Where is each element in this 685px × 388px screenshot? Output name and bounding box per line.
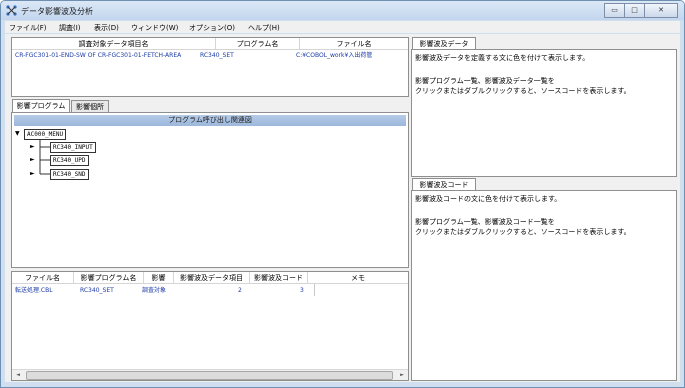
col-data-items[interactable]: 影響波及データ項目 [174, 272, 250, 284]
code-source-panel: 影響波及コードの文に色を付けて表示します。 影響プログラム一覧、影響波及コード一… [411, 190, 677, 381]
data-desc-line3: クリックまたはダブルクリックすると、ソースコードを表示します。 [415, 87, 631, 95]
node-root[interactable]: AC000_MENU [24, 129, 67, 140]
menu-view[interactable]: 表示(D) [94, 23, 119, 33]
data-desc-line2: 影響プログラム一覧、影響波及データ一覧を [415, 77, 555, 85]
col-target-data-item[interactable]: 調査対象データ項目名 [12, 38, 216, 50]
affected-programs-table: ファイル名 影響プログラム名 影響 影響波及データ項目 影響波及コード メモ 転… [11, 271, 409, 381]
cell-codes: 3 [300, 287, 304, 294]
horizontal-scrollbar[interactable]: ◄ ► [12, 369, 408, 380]
column-divider [314, 284, 315, 296]
col-codes[interactable]: 影響波及コード [250, 272, 308, 284]
menu-help[interactable]: ヘルプ(H) [248, 23, 280, 33]
data-source-panel: 影響波及データを定義する文に色を付けて表示します。 影響プログラム一覧、影響波及… [411, 49, 677, 177]
expand-down-icon[interactable]: ▼ [15, 130, 20, 138]
client-area: 調査対象データ項目名 プログラム名 ファイル名 CR-FGC301-01-END… [5, 34, 680, 382]
data-desc-line1: 影響波及データを定義する文に色を付けて表示します。 [415, 54, 590, 62]
expand-right-icon[interactable]: ► [30, 143, 35, 151]
scroll-right-icon[interactable]: ► [397, 371, 407, 379]
cell-target-data-item: CR-FGC301-01-END-SW OF CR-FGC301-01-FETC… [15, 52, 182, 59]
menu-bar: ファイル(F) 調査(I) 表示(D) ウィンドウ(W) オプション(O) ヘル… [5, 21, 680, 33]
expand-right-icon[interactable]: ► [30, 156, 35, 164]
menu-window[interactable]: ウィンドウ(W) [131, 23, 178, 33]
code-desc-line3: クリックまたはダブルクリックすると、ソースコードを表示します。 [415, 228, 631, 236]
col-file-name[interactable]: ファイル名 [12, 272, 74, 284]
main-window: データ影響波及分析 ▭ □ ✕ ファイル(F) 調査(I) 表示(D) ウィンド… [0, 0, 685, 388]
tab-affected-programs[interactable]: 影響プログラム [12, 99, 70, 112]
expand-right-icon[interactable]: ► [30, 170, 35, 178]
node-child-3[interactable]: RC340_SND [50, 169, 89, 180]
col-affected-program[interactable]: 影響プログラム名 [74, 272, 144, 284]
cell-impact: 調査対象 [142, 287, 167, 294]
cell-file-name: 転送処理.CBL [15, 287, 53, 294]
close-button[interactable]: ✕ [644, 3, 678, 18]
col-memo[interactable]: メモ [308, 272, 408, 284]
cell-program-name: RC340_SET [200, 52, 234, 59]
code-desc-line2: 影響プログラム一覧、影響波及コード一覧を [415, 218, 555, 226]
target-data-table: 調査対象データ項目名 プログラム名 ファイル名 CR-FGC301-01-END… [11, 37, 409, 97]
app-icon [6, 5, 17, 16]
call-graph-title: プログラム呼び出し関連図 [14, 115, 406, 126]
window-title: データ影響波及分析 [21, 7, 93, 16]
title-bar[interactable]: データ影響波及分析 ▭ □ ✕ [1, 1, 684, 20]
col-file-name[interactable]: ファイル名 [300, 38, 408, 50]
scroll-thumb[interactable] [26, 371, 393, 380]
call-graph-panel: プログラム呼び出し関連図 ▼ AC000_MENU ► RC340_INPUT … [11, 112, 409, 268]
menu-investigate[interactable]: 調査(I) [59, 23, 81, 33]
maximize-button[interactable]: □ [624, 3, 645, 18]
node-child-1[interactable]: RC340_INPUT [50, 142, 96, 153]
col-impact[interactable]: 影響 [144, 272, 174, 284]
code-desc-line1: 影響波及コードの文に色を付けて表示します。 [415, 195, 562, 203]
tab-affected-locations[interactable]: 影響個所 [71, 100, 109, 112]
menu-options[interactable]: オプション(O) [189, 23, 235, 33]
cell-affected-program: RC340_SET [80, 287, 114, 294]
col-program-name[interactable]: プログラム名 [216, 38, 300, 50]
node-child-2[interactable]: RC340_UPD [50, 155, 89, 166]
minimize-button[interactable]: ▭ [604, 3, 625, 18]
cell-data-items: 2 [238, 287, 242, 294]
scroll-left-icon[interactable]: ◄ [13, 371, 23, 379]
menu-file[interactable]: ファイル(F) [9, 23, 47, 33]
cell-file-name: C:¥COBOL_work¥入出荷管 [296, 52, 373, 59]
